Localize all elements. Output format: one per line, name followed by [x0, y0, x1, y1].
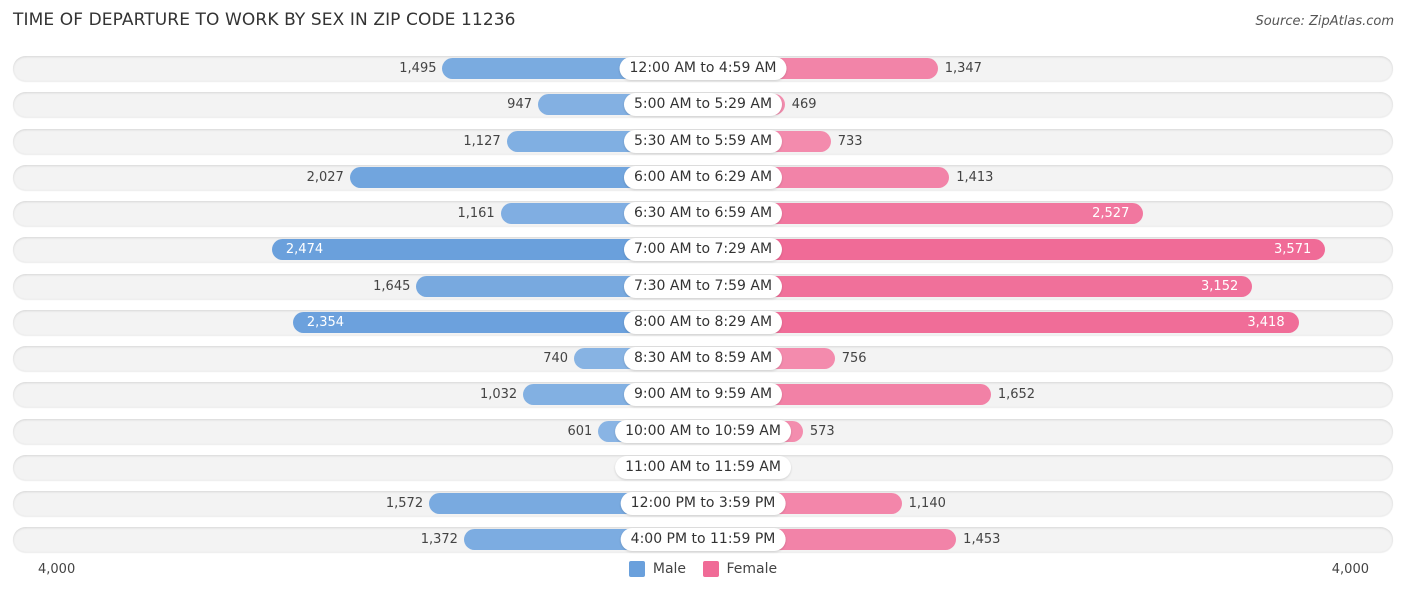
category-label: 12:00 AM to 4:59 AM — [619, 57, 787, 80]
value-label-female: 1,413 — [956, 169, 994, 185]
value-label-female: 733 — [837, 133, 863, 149]
value-label-male: 2,354 — [306, 314, 345, 330]
category-label: 6:30 AM to 6:59 AM — [623, 202, 783, 225]
value-label-male: 1,495 — [399, 61, 437, 76]
category-label: 8:00 AM to 8:29 AM — [623, 310, 783, 334]
legend-label-female: Female — [726, 561, 778, 577]
value-label-male: 2,027 — [306, 169, 344, 185]
legend-label-male: Male — [652, 561, 687, 577]
value-label-female: 1,453 — [963, 532, 1001, 548]
value-label-female: 3,418 — [1247, 314, 1285, 330]
category-label: 9:00 AM to 9:59 AM — [623, 383, 783, 407]
category-label: 5:30 AM to 5:59 AM — [623, 129, 783, 153]
category-label: 7:30 AM to 7:59 AM — [623, 274, 783, 298]
value-label-male: 1,161 — [457, 206, 495, 221]
value-label-male: 1,372 — [420, 532, 458, 548]
bar-female[interactable] — [703, 239, 1326, 261]
legend-item-male[interactable]: Male — [628, 561, 687, 577]
category-label: 6:00 AM to 6:29 AM — [623, 165, 783, 189]
category-label: 7:00 AM to 7:29 AM — [623, 238, 783, 262]
value-label-male: 1,645 — [373, 278, 411, 294]
category-label: 8:30 AM to 8:59 AM — [623, 347, 783, 370]
value-label-male: 947 — [507, 97, 532, 113]
value-label-male: 1,572 — [385, 496, 424, 511]
bar-female[interactable] — [703, 275, 1253, 297]
legend-swatch-female — [702, 561, 719, 577]
category-label: 4:00 PM to 11:59 PM — [620, 528, 786, 552]
value-label-male: 740 — [543, 351, 569, 366]
category-label: 11:00 AM to 11:59 AM — [615, 455, 791, 479]
value-label-female: 573 — [809, 423, 835, 439]
value-label-male: 1,127 — [463, 133, 501, 149]
value-label-female: 3,152 — [1201, 278, 1239, 294]
category-label: 10:00 AM to 10:59 AM — [615, 419, 791, 443]
value-label-female: 756 — [841, 351, 867, 366]
legend: Male Female — [0, 561, 1406, 581]
value-label-female: 1,347 — [944, 61, 982, 76]
legend-item-female[interactable]: Female — [702, 561, 778, 577]
value-label-male: 601 — [567, 423, 593, 439]
value-label-male: 2,474 — [285, 242, 324, 258]
category-label: 12:00 PM to 3:59 PM — [620, 492, 786, 515]
category-label: 5:00 AM to 5:29 AM — [623, 93, 783, 117]
legend-swatch-male — [628, 561, 645, 577]
value-label-female: 3,571 — [1274, 242, 1312, 258]
value-label-male: 1,032 — [479, 387, 518, 403]
value-label-female: 2,527 — [1092, 206, 1130, 221]
value-label-female: 469 — [791, 97, 817, 113]
value-label-female: 1,140 — [908, 496, 946, 511]
chart-area: 1,495 1,347 12:00 AM to 4:59 AM 947 469 5:00 … — [0, 0, 1406, 595]
value-label-female: 1,652 — [997, 387, 1036, 403]
bar-female[interactable] — [703, 311, 1299, 333]
